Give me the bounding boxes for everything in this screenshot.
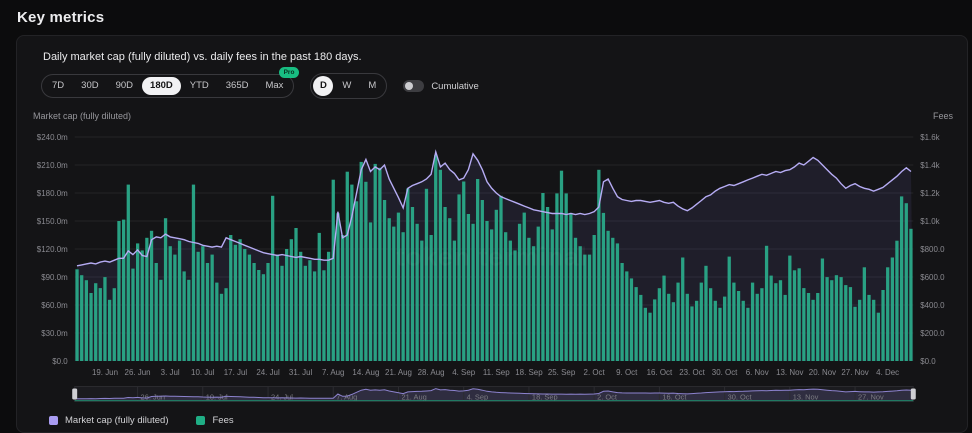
svg-text:10. Jul: 10. Jul [191,368,215,377]
svg-text:4. Sep: 4. Sep [452,368,476,377]
svg-text:26. Jun: 26. Jun [125,368,151,377]
svg-text:$400.0: $400.0 [920,301,945,310]
range-365d[interactable]: 365D [218,77,257,95]
svg-text:25. Sep: 25. Sep [548,368,576,377]
svg-text:19. Jun: 19. Jun [92,368,118,377]
svg-text:23. Oct: 23. Oct [679,368,705,377]
svg-text:3. Jul: 3. Jul [161,368,180,377]
svg-text:6. Nov: 6. Nov [746,368,769,377]
svg-text:$90.0m: $90.0m [41,273,68,282]
pro-badge: Pro [279,67,300,78]
legend-item-market-cap[interactable]: Market cap (fully diluted) [49,415,168,426]
svg-text:14. Aug: 14. Aug [352,368,379,377]
svg-text:9. Oct: 9. Oct [616,368,638,377]
interval-monthly[interactable]: M [360,77,384,95]
svg-text:$0.0: $0.0 [52,357,68,366]
page-title: Key metrics [0,0,972,26]
svg-text:18. Sep: 18. Sep [515,368,543,377]
svg-text:28. Aug: 28. Aug [418,368,445,377]
svg-text:24. Jul: 24. Jul [256,368,280,377]
legend-item-fees[interactable]: Fees [196,415,233,426]
svg-text:$0.0: $0.0 [920,357,936,366]
svg-text:$150.0m: $150.0m [37,217,68,226]
svg-text:21. Aug: 21. Aug [385,368,412,377]
navigator-handle-left[interactable] [72,389,77,400]
svg-text:$240.0m: $240.0m [37,133,68,142]
main-chart[interactable]: $0.0 $0.0 $30.0m $200.0 $60.0m $400.0 $90.0m $6… [27,123,957,381]
market-cap-area [75,152,914,361]
range-ytd[interactable]: YTD [182,77,217,95]
svg-text:2. Oct: 2. Oct [584,368,606,377]
toggle-knob-icon [405,82,413,90]
chart-area: $0.0 $0.0 $30.0m $200.0 $60.0m $400.0 $90.0m $6… [27,123,957,381]
interval-daily[interactable]: D [313,76,333,96]
svg-text:31. Jul: 31. Jul [289,368,313,377]
svg-text:16. Oct: 16. Oct [647,368,673,377]
svg-text:11. Sep: 11. Sep [483,368,510,377]
svg-text:4. Dec: 4. Dec [876,368,899,377]
interval-weekly[interactable]: W [334,77,359,95]
legend-label-market-cap: Market cap (fully diluted) [65,415,168,426]
range-30d[interactable]: 30D [73,77,106,95]
svg-text:$600.0: $600.0 [920,273,945,282]
svg-text:30. Oct: 30. Oct [712,368,738,377]
svg-text:7. Aug: 7. Aug [322,368,345,377]
axis-titles: Market cap (fully diluted) Fees [33,111,953,121]
key-metrics-card: Daily market cap (fully diluted) vs. dai… [16,35,968,433]
svg-text:$60.0m: $60.0m [41,301,68,310]
svg-text:$180.0m: $180.0m [37,189,68,198]
range-max[interactable]: Max [257,77,291,95]
cumulative-toggle[interactable]: Cumulative [403,80,479,92]
navigator-handle-right[interactable] [911,389,916,400]
legend-label-fees: Fees [212,415,233,426]
right-axis-title: Fees [933,111,953,121]
toggle-track-icon[interactable] [403,80,424,92]
range-90d[interactable]: 90D [108,77,141,95]
svg-text:$120.0m: $120.0m [37,245,68,254]
svg-text:13. Nov: 13. Nov [776,368,803,377]
svg-text:27. Nov: 27. Nov [841,368,868,377]
svg-text:$200.0: $200.0 [920,329,945,338]
legend: Market cap (fully diluted) Fees [49,415,957,426]
cumulative-label: Cumulative [431,81,479,92]
navigator[interactable]: 26. Jun10. Jul24. Jul7. Aug21. Aug4. Sep… [27,386,957,406]
interval-selector: D W M [310,73,387,99]
svg-text:$1.4k: $1.4k [920,161,939,170]
left-axis-title: Market cap (fully diluted) [33,111,131,121]
svg-text:$30.0m: $30.0m [41,329,68,338]
svg-text:$210.0m: $210.0m [37,161,68,170]
range-7d[interactable]: 7D [44,77,72,95]
svg-text:17. Jul: 17. Jul [224,368,248,377]
chart-controls: 7D 30D 90D 180D YTD 365D Max Pro D W M C… [41,73,957,99]
svg-text:20. Nov: 20. Nov [809,368,836,377]
range-180d[interactable]: 180D [142,77,181,95]
svg-text:$1.2k: $1.2k [920,189,939,198]
svg-text:$800.0: $800.0 [920,245,945,254]
chart-subtitle: Daily market cap (fully diluted) vs. dai… [27,46,957,63]
svg-text:$1.6k: $1.6k [920,133,939,142]
range-selector: 7D 30D 90D 180D YTD 365D Max Pro [41,74,294,98]
svg-text:$1.0k: $1.0k [920,217,939,226]
